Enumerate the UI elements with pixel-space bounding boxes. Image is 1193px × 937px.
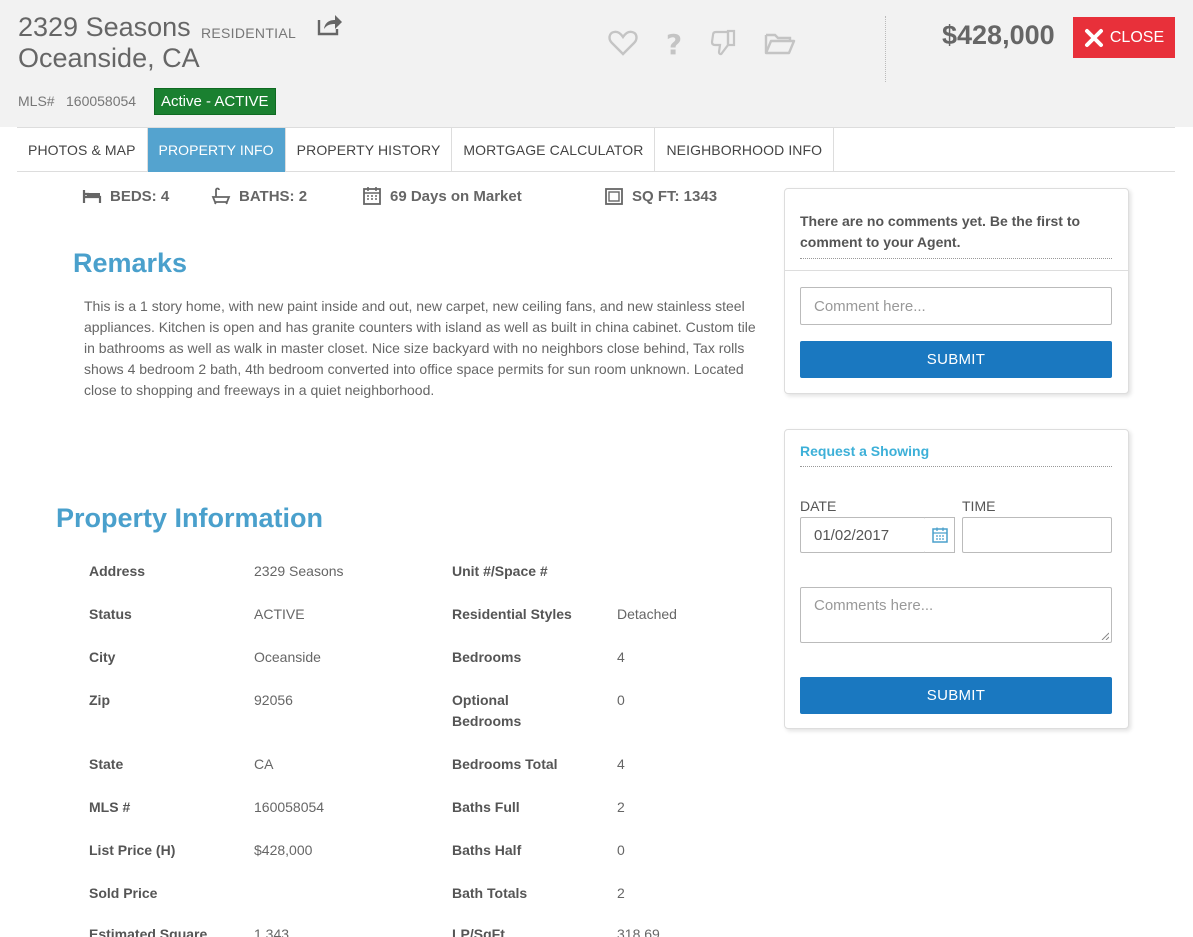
thumbs-down-icon[interactable] <box>706 26 740 60</box>
property-info-heading: Property Information <box>56 503 324 533</box>
folder-icon[interactable] <box>763 26 797 60</box>
tab-photos-map[interactable]: PHOTOS & MAP <box>17 128 148 172</box>
info-label: Bedrooms <box>452 649 522 665</box>
info-value: 4 <box>617 649 625 665</box>
stat-beds: BEDS: 4 <box>82 186 169 206</box>
dotted-divider <box>800 466 1112 467</box>
comment-submit-button[interactable]: SUBMIT <box>800 341 1112 378</box>
info-label: Estimated Square <box>89 926 208 937</box>
mls-number: 160058054 <box>66 93 137 109</box>
info-label: City <box>89 649 116 665</box>
time-input[interactable] <box>962 517 1112 553</box>
info-value: 2 <box>617 799 625 815</box>
info-label: Residential Styles <box>452 606 572 622</box>
mls-label: MLS# <box>18 93 55 109</box>
info-label: List Price (H) <box>89 842 176 858</box>
showing-comments-input[interactable]: Comments here... <box>800 587 1112 643</box>
dotted-divider <box>800 258 1112 259</box>
days-on-market-text: 69 Days on Market <box>390 187 522 205</box>
remarks-heading: Remarks <box>73 248 188 278</box>
listing-price: $428,000 <box>942 20 1055 50</box>
request-showing-title: Request a Showing <box>800 443 930 459</box>
info-label: Bath Totals <box>452 885 528 901</box>
info-label: Baths Full <box>452 799 520 815</box>
sqft-text: SQ FT: 1343 <box>632 187 718 205</box>
info-value: 2 <box>617 885 625 901</box>
address-line2: Oceanside, CA <box>18 43 200 73</box>
property-type: RESIDENTIAL <box>201 25 297 41</box>
info-value: 0 <box>617 692 625 708</box>
date-label: DATE <box>800 498 837 514</box>
bathtub-icon <box>211 187 231 205</box>
tab-property-info[interactable]: PROPERTY INFO <box>147 128 286 172</box>
resize-handle-icon[interactable] <box>1101 632 1109 640</box>
info-label: State <box>89 756 124 772</box>
header-divider <box>885 16 886 82</box>
info-value: 4 <box>617 756 625 772</box>
info-value: 160058054 <box>254 799 325 815</box>
info-value: 92056 <box>254 692 293 708</box>
calendar-icon <box>363 187 381 205</box>
time-label: TIME <box>962 498 996 514</box>
beds-text: BEDS: 4 <box>110 187 170 205</box>
bed-icon <box>82 190 102 203</box>
info-label: Bedrooms Total <box>452 756 558 772</box>
calendar-icon <box>931 527 948 543</box>
share-icon[interactable] <box>316 12 344 38</box>
calendar-picker-button[interactable] <box>925 517 955 553</box>
baths-text: BATHS: 2 <box>239 187 308 205</box>
date-input[interactable]: 01/02/2017 <box>800 517 926 553</box>
info-value: Detached <box>617 606 677 622</box>
showing-submit-button[interactable]: SUBMIT <box>800 677 1112 714</box>
info-label: LP/SqFt <box>452 926 505 937</box>
info-label: Zip <box>89 692 110 708</box>
close-label: CLOSE <box>1109 28 1165 46</box>
svg-text:?: ? <box>666 28 682 60</box>
tab-neighborhood-info[interactable]: NEIGHBORHOOD INFO <box>655 128 835 172</box>
listing-header: 2329 Seasons RESIDENTIAL Oceanside, CA M… <box>0 0 1193 127</box>
info-label: Optional Bedrooms <box>452 692 522 729</box>
tab-bar: PHOTOS & MAP PROPERTY INFO PROPERTY HIST… <box>17 127 1175 172</box>
info-value: CA <box>254 756 274 772</box>
info-label: Baths Half <box>452 842 522 858</box>
info-value: 0 <box>617 842 625 858</box>
close-button[interactable]: CLOSE <box>1073 17 1175 58</box>
tab-mortgage-calculator[interactable]: MORTGAGE CALCULATOR <box>452 128 656 172</box>
area-icon <box>605 188 623 205</box>
info-label: Unit #/Space # <box>452 563 548 579</box>
info-value: 2329 Seasons <box>254 563 344 579</box>
stat-days-on-market: 69 Days on Market <box>362 186 522 206</box>
info-label: Address <box>89 563 146 579</box>
info-label: Sold Price <box>89 885 158 901</box>
info-value: 1,343 <box>254 926 290 937</box>
question-icon[interactable]: ? <box>657 26 691 61</box>
heart-icon[interactable] <box>606 26 640 60</box>
info-value: 318.69 <box>617 926 660 937</box>
info-value: Oceanside <box>254 649 321 665</box>
close-x-icon <box>1084 28 1103 47</box>
stat-baths: BATHS: 2 <box>211 186 307 206</box>
comments-empty-message: There are no comments yet. Be the first … <box>800 213 1081 250</box>
info-label: MLS # <box>89 799 131 815</box>
showing-comments-placeholder: Comments here... <box>814 597 934 614</box>
comments-card: There are no comments yet. Be the first … <box>784 188 1129 394</box>
address-line1: 2329 Seasons <box>18 12 191 42</box>
tab-property-history[interactable]: PROPERTY HISTORY <box>286 128 453 172</box>
request-showing-card: Request a Showing DATE TIME 01/02/2017 C… <box>784 429 1129 729</box>
info-value: ACTIVE <box>254 606 305 622</box>
comment-input[interactable]: Comment here... <box>800 287 1112 325</box>
status-badge: Active - ACTIVE <box>154 88 276 115</box>
card-divider <box>785 270 1128 271</box>
remarks-text: This is a 1 story home, with new paint i… <box>84 298 756 398</box>
stat-sqft: SQ FT: 1343 <box>604 186 717 206</box>
info-label: Status <box>89 606 132 622</box>
info-value: $428,000 <box>254 842 313 858</box>
